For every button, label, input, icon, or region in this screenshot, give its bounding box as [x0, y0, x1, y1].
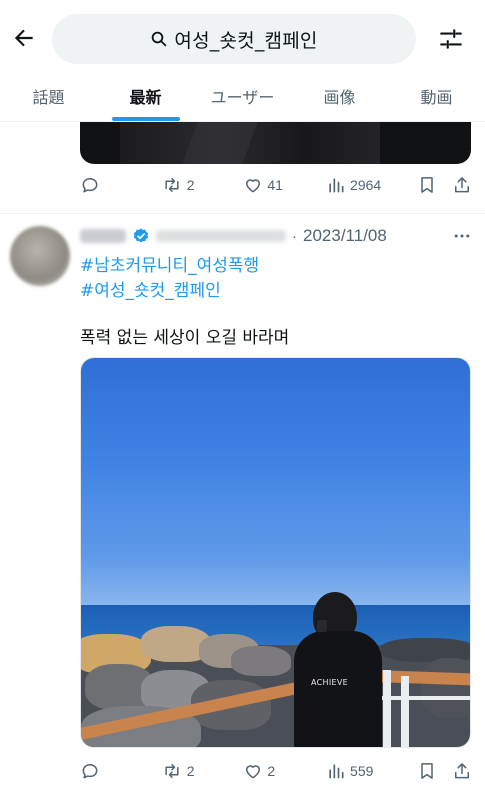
like-count: 41 [267, 177, 283, 193]
views-chart-icon [329, 178, 344, 193]
bookmark-button[interactable] [417, 175, 452, 195]
retweet-count: 2 [186, 177, 195, 193]
retweet-count: 2 [186, 763, 195, 779]
tab-latest[interactable]: 最新 [97, 70, 194, 121]
tweet-divider [0, 213, 485, 214]
top-bar: 여성_숏컷_캠페인 [0, 0, 485, 70]
share-button[interactable] [452, 761, 472, 781]
heart-icon [246, 179, 261, 193]
like-button[interactable]: 2 [243, 761, 326, 781]
retweet-icon [165, 178, 179, 192]
tab-images[interactable]: 画像 [291, 70, 388, 121]
retweet-button[interactable]: 2 [161, 761, 244, 781]
back-arrow-icon[interactable] [8, 22, 40, 54]
bookmark-icon [420, 177, 433, 193]
bookmark-icon [420, 763, 433, 779]
tab-users[interactable]: ユーザー [194, 70, 291, 121]
view-count: 2964 [350, 177, 382, 193]
user-handle[interactable] [156, 230, 286, 242]
tweet-date[interactable]: 2023/11/08 [303, 226, 387, 246]
share-button[interactable] [452, 175, 472, 195]
views-button[interactable]: 2964 [326, 175, 417, 195]
like-count: 2 [267, 763, 276, 779]
share-icon [455, 763, 470, 779]
view-count: 559 [350, 763, 374, 779]
heart-icon [246, 765, 261, 779]
reply-button[interactable] [80, 761, 161, 781]
verified-badge-icon [133, 228, 149, 243]
tab-videos[interactable]: 動画 [388, 70, 485, 121]
image-jacket-text: ACHIEVE [311, 678, 348, 687]
more-options-icon[interactable] [452, 226, 472, 246]
share-icon [455, 177, 470, 193]
search-icon [152, 31, 167, 47]
tweet-image[interactable]: ACHIEVE [80, 357, 471, 748]
views-button[interactable]: 559 [326, 761, 417, 781]
reply-icon [82, 178, 98, 193]
previous-tweet-actions: 2 41 2964 [80, 170, 472, 200]
tweet-header: · 2023/11/08 [80, 225, 472, 247]
reply-icon [82, 764, 98, 779]
hashtag-link[interactable]: #남초커뮤니티_여성폭행 [80, 251, 259, 276]
retweet-icon [165, 764, 179, 778]
search-query: 여성_숏컷_캠페인 [174, 29, 318, 52]
tweet-text: 폭력 없는 세상이 오길 바라며 [80, 328, 290, 348]
views-chart-icon [329, 764, 344, 779]
filter-sliders-icon[interactable] [434, 22, 468, 56]
previous-tweet-image[interactable] [80, 122, 471, 164]
reply-button[interactable] [80, 175, 161, 195]
search-tabs: 話題 最新 ユーザー 画像 動画 [0, 70, 485, 122]
search-input[interactable]: 여성_숏컷_캠페인 [52, 14, 416, 64]
retweet-button[interactable]: 2 [161, 175, 244, 195]
separator-dot: · [292, 227, 297, 245]
tweet-actions: 2 2 559 [80, 756, 472, 786]
display-name[interactable] [80, 229, 126, 243]
avatar[interactable] [10, 226, 70, 286]
hashtag-link[interactable]: #여성_숏컷_캠페인 [80, 276, 221, 301]
like-button[interactable]: 41 [243, 175, 326, 195]
bookmark-button[interactable] [417, 761, 452, 781]
tab-trending[interactable]: 話題 [0, 70, 97, 121]
